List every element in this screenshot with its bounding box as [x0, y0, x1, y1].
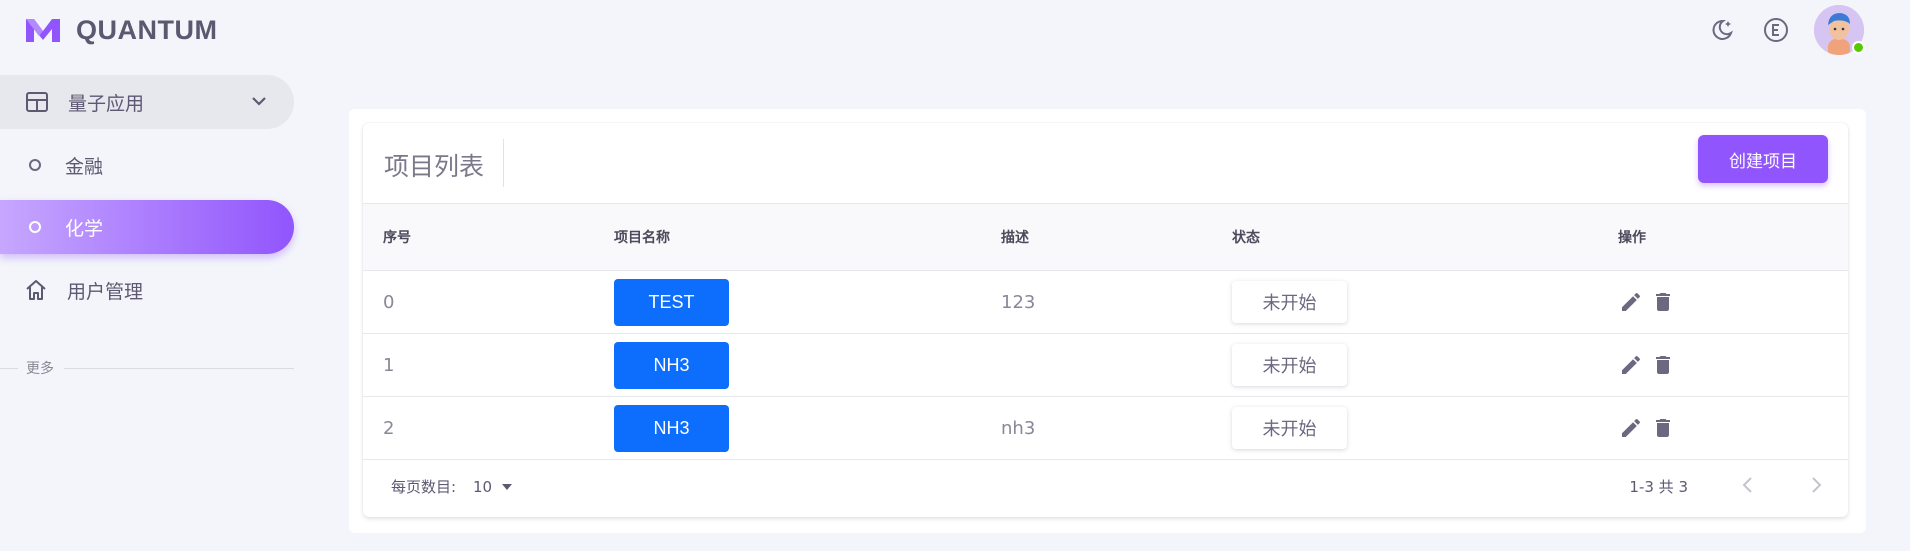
e-icon [1764, 18, 1788, 42]
section-title-more: 更多 [0, 358, 294, 378]
status-chip: 未开始 [1232, 281, 1347, 323]
create-project-button[interactable]: 创建项目 [1698, 135, 1828, 183]
divider [64, 367, 294, 369]
table-row: 1 NH3 未开始 [363, 334, 1848, 397]
card-header: 项目列表 创建项目 [363, 123, 1848, 203]
next-page-button[interactable] [1808, 476, 1824, 498]
column-header-index[interactable]: 序号 [363, 204, 594, 271]
cell-index: 1 [383, 354, 395, 376]
chevron-down-icon [252, 97, 266, 106]
column-header-name[interactable]: 项目名称 [594, 204, 981, 271]
home-icon [26, 280, 46, 300]
row-actions [1618, 352, 1848, 378]
chevron-left-icon [1742, 476, 1752, 493]
caret-down-icon [502, 483, 513, 490]
pencil-icon [1622, 292, 1641, 311]
topbar-actions [1706, 0, 1865, 60]
divider [0, 367, 18, 369]
theme-toggle-button[interactable] [1706, 14, 1738, 46]
language-button[interactable] [1760, 14, 1792, 46]
moon-icon [1712, 19, 1733, 40]
sidebar-item-user-management[interactable]: 用户管理 [0, 263, 294, 317]
section-title-text: 更多 [26, 361, 54, 377]
edit-button[interactable] [1618, 289, 1644, 315]
app-logo[interactable]: QUANTUM [24, 14, 217, 46]
sidebar-item-label: 用户管理 [67, 280, 144, 303]
card-title: 项目列表 [384, 152, 485, 181]
trash-icon [1656, 293, 1670, 311]
delete-button[interactable] [1650, 352, 1676, 378]
column-header-actions: 操作 [1618, 230, 1646, 246]
pagination-range: 1-3 共 3 [1629, 478, 1688, 496]
table-footer: 每页数目: 10 1-3 共 3 [363, 456, 1848, 517]
table-row: 0 TEST 123 未开始 [363, 271, 1848, 334]
project-list-card: 项目列表 创建项目 序号 项目名称 描述 状态 操作 0 TEST 123 未开… [349, 109, 1866, 533]
column-header-status[interactable]: 状态 [1212, 204, 1598, 271]
sidebar: QUANTUM 量子应用 金融 化学 用户管理 更多 [0, 0, 300, 551]
table-icon [26, 92, 48, 112]
circle-icon [29, 221, 41, 233]
trash-icon [1656, 419, 1670, 437]
cell-description: 123 [1001, 291, 1036, 313]
status-chip: 未开始 [1232, 407, 1347, 449]
divider [503, 139, 504, 187]
project-list-panel: 项目列表 创建项目 序号 项目名称 描述 状态 操作 0 TEST 123 未开… [363, 123, 1848, 517]
app-name: QUANTUM [76, 14, 218, 45]
sidebar-item-finance[interactable]: 金融 [0, 138, 294, 192]
user-avatar[interactable] [1814, 5, 1865, 55]
sidebar-item-label: 金融 [65, 155, 104, 178]
cell-description [981, 334, 1212, 397]
table-header-row: 序号 项目名称 描述 状态 操作 [363, 203, 1848, 271]
chevron-right-icon [1812, 476, 1822, 493]
trash-icon [1656, 356, 1670, 374]
pencil-icon [1622, 418, 1641, 437]
status-chip: 未开始 [1232, 344, 1347, 386]
rows-per-page-select[interactable]: 10 [473, 478, 514, 496]
rows-per-page-label: 每页数目: [391, 478, 457, 496]
delete-button[interactable] [1650, 289, 1676, 315]
row-actions [1618, 415, 1848, 441]
online-status-dot [1852, 41, 1865, 54]
delete-button[interactable] [1650, 415, 1676, 441]
logo-icon [26, 19, 60, 42]
project-table: 序号 项目名称 描述 状态 操作 0 TEST 123 未开始 1 NH3 未开… [363, 203, 1848, 460]
sidebar-group-label: 量子应用 [68, 92, 145, 115]
rows-per-page-value: 10 [473, 477, 493, 496]
project-name-button[interactable]: NH3 [614, 404, 729, 452]
cell-description: nh3 [1001, 417, 1036, 439]
project-name-button[interactable]: TEST [614, 278, 729, 326]
table-row: 2 NH3 nh3 未开始 [363, 397, 1848, 460]
cell-index: 0 [383, 291, 395, 313]
row-actions [1618, 289, 1848, 315]
circle-icon [29, 159, 41, 171]
pencil-icon [1622, 355, 1641, 374]
previous-page-button[interactable] [1740, 476, 1756, 498]
cell-index: 2 [383, 417, 395, 439]
sidebar-item-chemistry[interactable]: 化学 [0, 200, 294, 254]
sidebar-item-label: 化学 [65, 217, 104, 240]
edit-button[interactable] [1618, 352, 1644, 378]
column-header-description[interactable]: 描述 [981, 204, 1212, 271]
edit-button[interactable] [1618, 415, 1644, 441]
sidebar-group-quantum-apps[interactable]: 量子应用 [0, 75, 294, 129]
project-name-button[interactable]: NH3 [614, 341, 729, 389]
